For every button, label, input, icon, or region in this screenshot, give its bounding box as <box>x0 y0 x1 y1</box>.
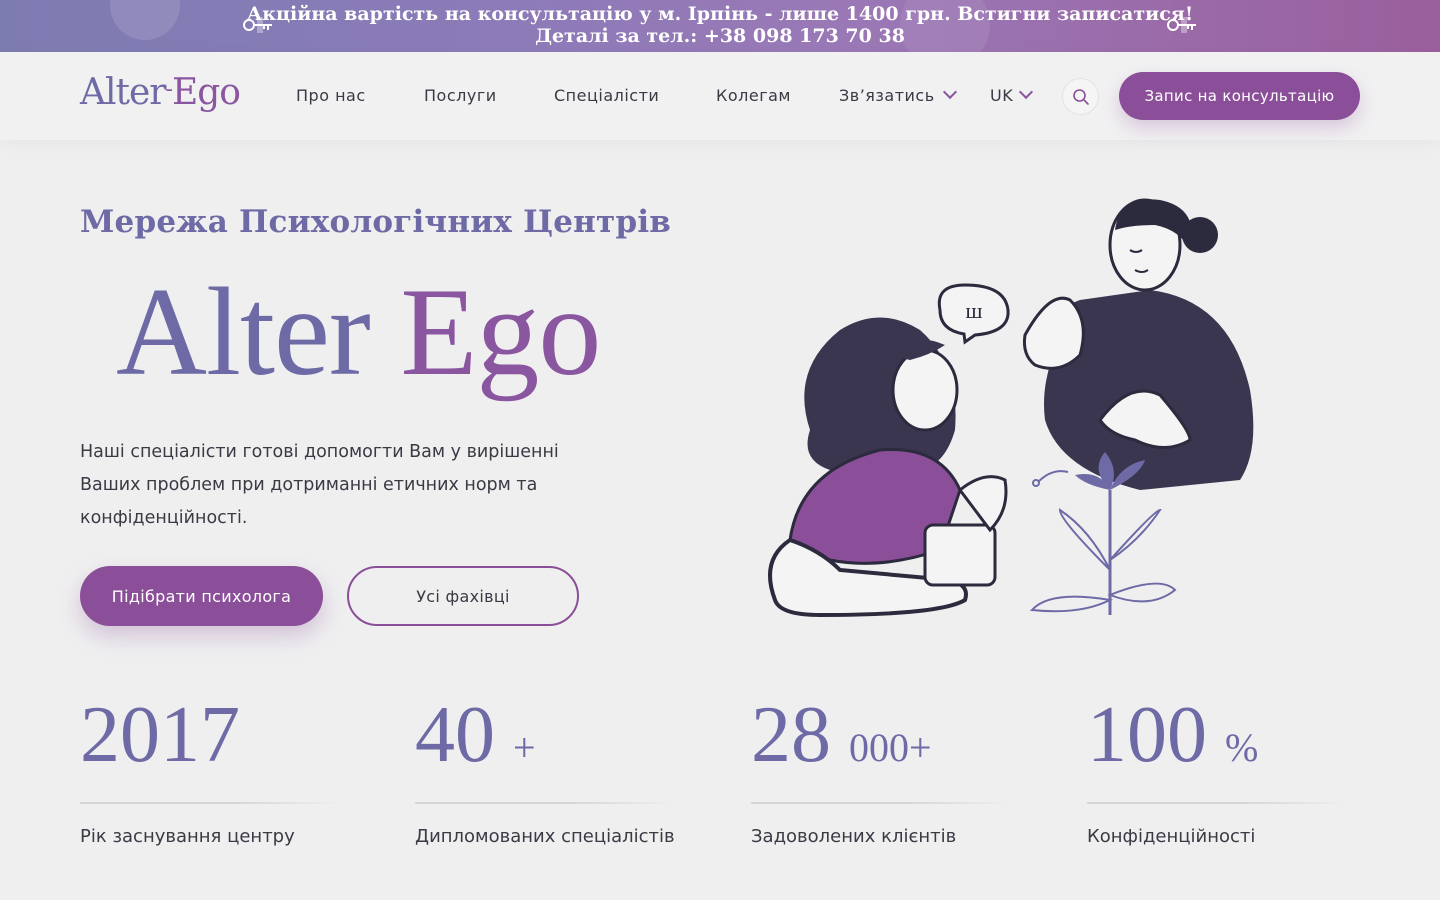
logo-alter: Alter <box>80 72 166 113</box>
stat-label: Дипломованих спеціалістів <box>415 826 675 847</box>
key-icon <box>1167 17 1196 33</box>
book-consultation-button[interactable]: Запис на консультацію <box>1119 72 1360 120</box>
chevron-down-icon <box>1019 84 1034 100</box>
speech-bubble-text: ш <box>966 298 983 323</box>
stat-suffix: 000+ <box>849 725 932 770</box>
stat-value: 28 <box>751 691 831 779</box>
nav-specialists[interactable]: Спеціалісти <box>554 86 659 105</box>
stat-divider <box>1087 802 1347 804</box>
woman-right-illustration <box>1023 198 1254 490</box>
hero-description: Наші спеціалісти готові допомогти Вам у … <box>80 442 559 528</box>
stat-divider <box>751 802 1011 804</box>
stat-label: Конфіденційності <box>1087 826 1256 847</box>
nav-contact-label: Зв’язатись <box>839 86 935 105</box>
site-header: Alter-Ego Про нас Послуги Спеціалісти Ко… <box>0 52 1440 140</box>
nav-services[interactable]: Послуги <box>424 86 497 105</box>
all-specialists-button[interactable]: Усі фахівці <box>347 566 579 626</box>
stat-confidentiality: 100% Конфіденційності <box>1087 690 1357 847</box>
stat-divider <box>415 802 675 804</box>
language-label: UK <box>990 86 1014 105</box>
hero-illustration: ш <box>768 198 1254 618</box>
stat-label: Рік заснування центру <box>80 826 295 847</box>
woman-left-illustration <box>768 317 1008 618</box>
nav-contact-dropdown[interactable]: Зв’язатись <box>839 84 957 105</box>
search-icon <box>1072 88 1089 105</box>
hero-title-alter: Alter <box>116 263 371 402</box>
hero-subtitle: Мережа Психологічних Центрів <box>80 204 672 240</box>
promo-phone: Деталі за тел.: +38 098 173 70 38 <box>535 25 905 47</box>
promo-banner[interactable]: Акційна вартість на консультацію у м. Ір… <box>0 0 1440 52</box>
hero-title-ego: Ego <box>400 263 601 402</box>
stat-value: 40 <box>415 691 495 779</box>
search-button[interactable] <box>1062 78 1099 115</box>
hero-title: Alter Ego <box>116 258 601 408</box>
logo[interactable]: Alter-Ego <box>80 70 252 122</box>
nav-about[interactable]: Про нас <box>296 86 366 105</box>
stat-value: 100 <box>1087 691 1207 779</box>
language-selector[interactable]: UK <box>990 84 1034 105</box>
stat-divider <box>80 802 340 804</box>
stat-suffix: % <box>1225 725 1259 770</box>
logo-key-icon: - <box>165 77 174 102</box>
stat-founded: 2017 Рік заснування центру <box>80 690 350 847</box>
nav-colleagues[interactable]: Колегам <box>716 86 791 105</box>
stat-value: 2017 <box>80 691 240 779</box>
find-psychologist-button[interactable]: Підібрати психолога <box>80 566 323 626</box>
logo-ego: Ego <box>171 72 241 113</box>
chevron-down-icon <box>942 84 957 100</box>
promo-text: Акційна вартість на консультацію у м. Ір… <box>246 3 1194 25</box>
stat-clients: 28 000+ Задоволених клієнтів <box>751 690 1021 847</box>
stat-specialists: 40 + Дипломованих спеціалістів <box>415 690 685 847</box>
stat-label: Задоволених клієнтів <box>751 826 957 847</box>
speech-bubble-icon: ш <box>937 283 1010 345</box>
stat-suffix: + <box>513 725 536 770</box>
